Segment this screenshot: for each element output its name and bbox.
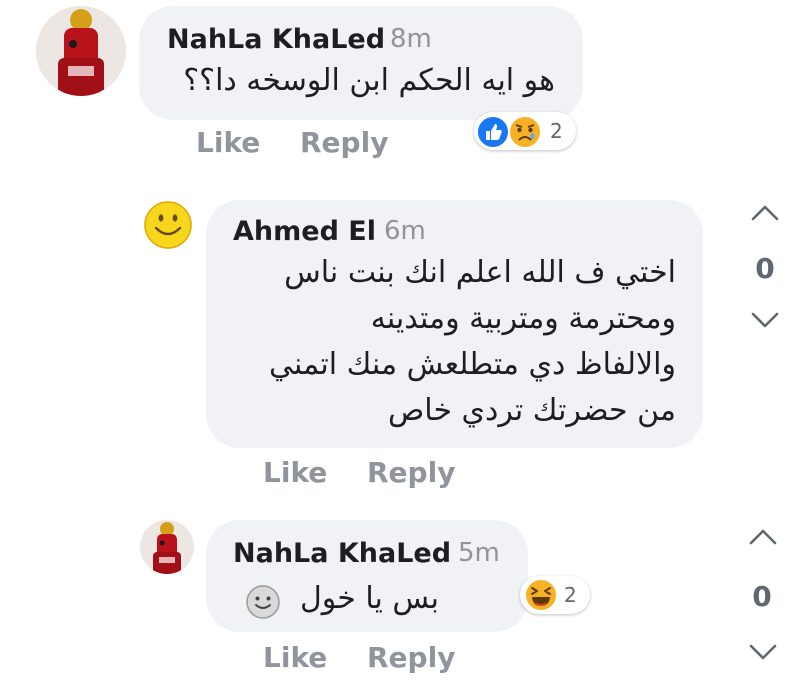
comment-author[interactable]: NahLa KhaLed (167, 24, 385, 55)
comment-text-line: ومحترمة ومتربية ومتدينه (370, 301, 676, 336)
comment-text-line: من حضرتك تردي خاص (388, 393, 676, 428)
upvote-chevron-icon[interactable] (748, 527, 778, 547)
reactions-summary[interactable]: 2 (474, 112, 576, 150)
comment-timestamp[interactable]: 5m (458, 538, 500, 568)
vote-count: 0 (755, 252, 775, 285)
like-button[interactable]: Like (263, 641, 327, 674)
comment-timestamp[interactable]: 8m (390, 24, 432, 54)
comment-author[interactable]: NahLa KhaLed (233, 538, 451, 569)
haha-icon (524, 578, 558, 612)
reaction-count: 2 (550, 119, 563, 143)
avatar-image (36, 6, 126, 96)
reply-button[interactable]: Reply (367, 641, 455, 674)
sad-icon (508, 115, 542, 149)
comment-text: بس يا خول (300, 581, 439, 616)
comment-timestamp[interactable]: 6m (384, 216, 426, 246)
avatar[interactable] (140, 520, 194, 574)
comment-author[interactable]: Ahmed El (233, 216, 376, 247)
like-button[interactable]: Like (196, 126, 260, 159)
upvote-chevron-icon[interactable] (750, 203, 780, 223)
reply-button[interactable]: Reply (300, 126, 388, 159)
comment-text-line: والالفاظ دي متطلعش منك اتمني (269, 347, 676, 382)
like-button[interactable]: Like (263, 456, 327, 489)
like-icon (476, 115, 510, 149)
downvote-chevron-icon[interactable] (750, 310, 780, 330)
smiley-avatar-icon (142, 199, 194, 251)
downvote-chevron-icon[interactable] (748, 642, 778, 662)
reply-button[interactable]: Reply (367, 456, 455, 489)
avatar[interactable] (36, 6, 126, 96)
comment-text-line: اختي ف الله اعلم انك بنت ناس (284, 255, 676, 290)
avatar-image (140, 520, 194, 574)
smile-emoji-icon (246, 585, 280, 619)
vote-count: 0 (752, 580, 772, 613)
reaction-count: 2 (564, 583, 577, 607)
comment-text: هو ايه الحكم ابن الوسخه دا؟؟ (183, 63, 555, 98)
avatar[interactable] (141, 198, 195, 252)
reactions-summary[interactable]: 2 (520, 576, 590, 614)
